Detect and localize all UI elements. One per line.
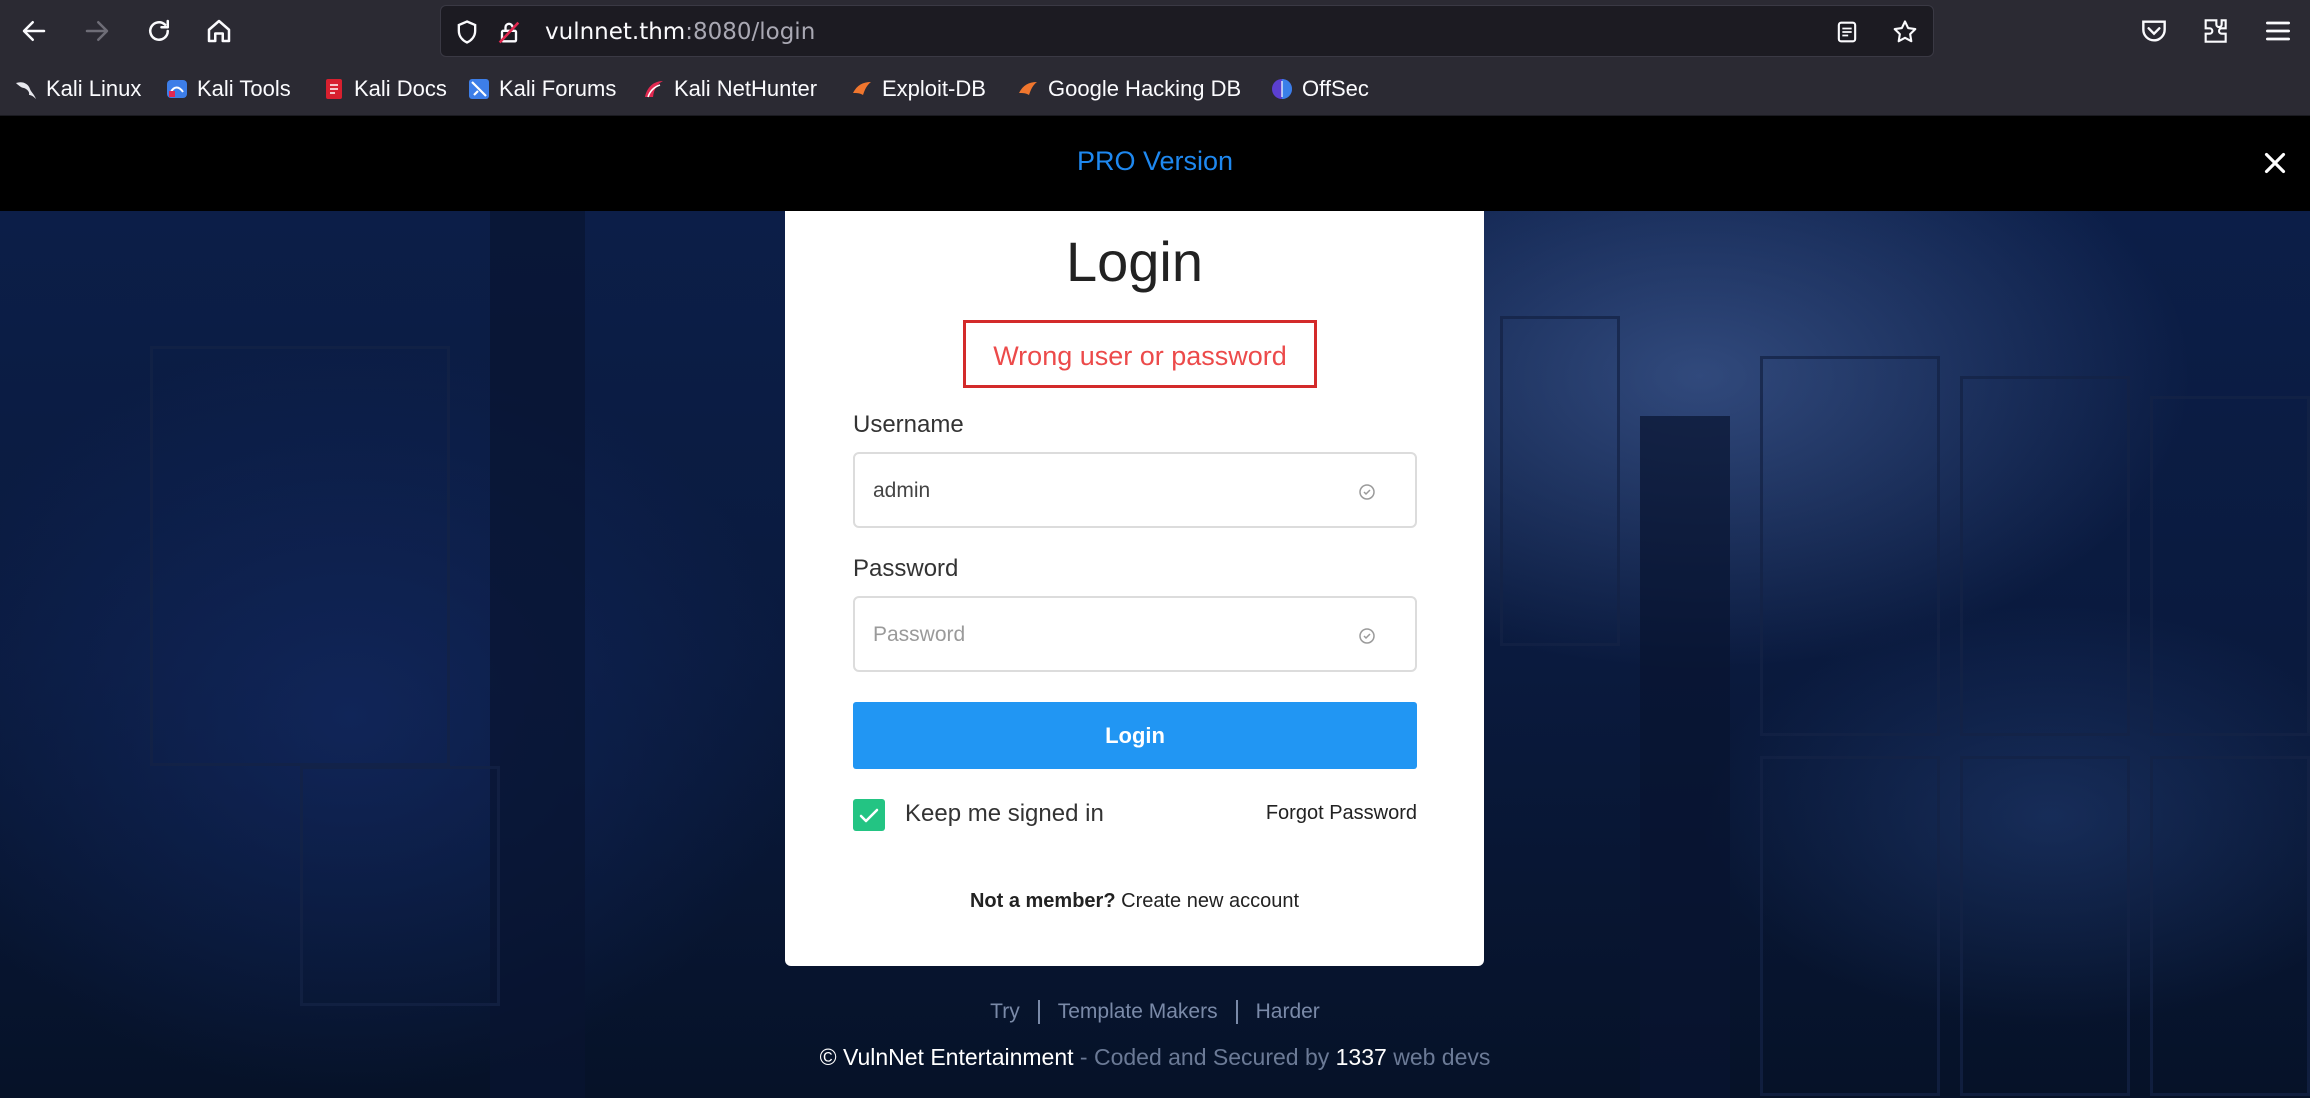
bookmark-ghdb[interactable]: Google Hacking DB <box>1016 75 1241 103</box>
bookmark-label: Kali Tools <box>197 76 291 101</box>
login-title: Login <box>1065 230 1204 293</box>
password-input[interactable] <box>873 618 1343 652</box>
bookmark-exploit-db[interactable]: Exploit-DB <box>850 75 986 103</box>
back-arrow-icon <box>22 21 46 41</box>
not-member-text: Not a member? <box>969 890 1116 912</box>
copyright: © VulnNet Entertainment - Coded and Secu… <box>0 1044 2310 1071</box>
copyright-symbol: © <box>819 1044 837 1070</box>
bookmark-label: Kali Forums <box>499 76 617 101</box>
bookmark-label: Google Hacking DB <box>1048 76 1242 101</box>
pocket-icon[interactable] <box>2138 15 2170 47</box>
reload-icon <box>149 19 169 41</box>
footer-link-harder[interactable]: Harder <box>1256 1000 1320 1023</box>
back-button[interactable] <box>14 11 54 51</box>
offsec-icon <box>1272 79 1292 99</box>
close-icon[interactable] <box>2258 146 2292 180</box>
username-label: Username <box>853 411 964 438</box>
coded-text: - Coded and Secured by <box>1073 1044 1336 1070</box>
signup-prompt: Not a member? Create new account <box>785 890 1484 913</box>
company-name: VulnNet Entertainment <box>842 1044 1074 1070</box>
reader-view-icon[interactable] <box>1833 18 1861 46</box>
devs-text: web devs <box>1386 1044 1491 1070</box>
pro-version-link[interactable]: PRO Version <box>0 146 2310 177</box>
home-icon <box>207 19 231 43</box>
bookmark-label: Kali Linux <box>46 76 142 101</box>
address-bar[interactable]: vulnnet.thm:8080/login <box>440 5 1934 57</box>
forward-arrow-icon <box>85 21 109 41</box>
bookmark-kali-nethunter[interactable]: Kali NetHunter <box>642 75 817 103</box>
footer-separator <box>1235 1000 1238 1025</box>
checkmark-icon <box>859 808 879 823</box>
url-path: :8080/login <box>685 19 816 45</box>
footer-links: Try Template Makers Harder <box>0 1000 2310 1025</box>
username-input[interactable] <box>873 474 1343 508</box>
bookmark-kali-linux[interactable]: Kali Linux <box>14 75 141 103</box>
exploit-db-icon <box>853 82 871 95</box>
footer-separator <box>1037 1000 1040 1025</box>
username-field-wrapper <box>853 452 1417 528</box>
check-circle-icon <box>1359 484 1375 500</box>
create-account-link[interactable]: Create new account <box>1121 890 1299 912</box>
footer-link-try[interactable]: Try <box>990 1000 1020 1023</box>
bookmark-label: Exploit-DB <box>882 76 986 101</box>
bookmark-label: OffSec <box>1302 76 1369 101</box>
web-page: PRO Version Login Wrong user or password… <box>0 116 2310 1098</box>
bookmark-label: Kali Docs <box>354 76 447 101</box>
browser-toolbar: vulnnet.thm:8080/login <box>0 0 2310 62</box>
bookmark-label: Kali NetHunter <box>674 76 818 101</box>
password-field-wrapper <box>853 596 1417 672</box>
bookmark-offsec[interactable]: OffSec <box>1270 75 1369 103</box>
url-host: vulnnet.thm <box>545 19 686 45</box>
insecure-lock-icon[interactable] <box>495 18 523 46</box>
login-button[interactable]: Login <box>853 702 1417 769</box>
forward-button[interactable] <box>77 11 117 51</box>
bookmark-star-icon[interactable] <box>1891 18 1919 46</box>
dev-count: 1337 <box>1335 1044 1387 1070</box>
menu-icon[interactable] <box>2262 15 2294 47</box>
reload-button[interactable] <box>139 11 179 51</box>
pro-version-banner: PRO Version <box>0 116 2310 211</box>
keep-signed-in-checkbox[interactable] <box>853 799 885 831</box>
login-card: Login Wrong user or password Username Pa… <box>785 211 1484 966</box>
bookmark-kali-forums[interactable]: Kali Forums <box>467 75 616 103</box>
check-circle-icon <box>1359 628 1375 644</box>
kali-forums-icon <box>469 79 489 99</box>
error-message: Wrong user or password <box>993 341 1287 371</box>
shield-icon[interactable] <box>453 18 481 46</box>
extensions-icon[interactable] <box>2199 15 2231 47</box>
forgot-password-link[interactable]: Forgot Password <box>1266 802 1417 825</box>
nethunter-icon <box>645 81 663 98</box>
home-button[interactable] <box>199 11 239 51</box>
error-message-box: Wrong user or password <box>963 320 1317 388</box>
bookmark-kali-tools[interactable]: Kali Tools <box>165 75 291 103</box>
footer-link-template-makers[interactable]: Template Makers <box>1058 1000 1218 1023</box>
url-text[interactable]: vulnnet.thm:8080/login <box>545 19 815 45</box>
bookmark-kali-docs[interactable]: Kali Docs <box>322 75 447 103</box>
keep-signed-in-label[interactable]: Keep me signed in <box>905 800 1104 828</box>
bookmarks-bar: Kali Linux Kali Tools Kali Docs Kali For… <box>0 62 2310 116</box>
ghdb-icon <box>1019 82 1037 95</box>
kali-dragon-icon <box>16 82 36 99</box>
kali-docs-icon <box>326 79 342 99</box>
kali-tools-icon <box>167 80 187 98</box>
password-label: Password <box>853 555 959 582</box>
